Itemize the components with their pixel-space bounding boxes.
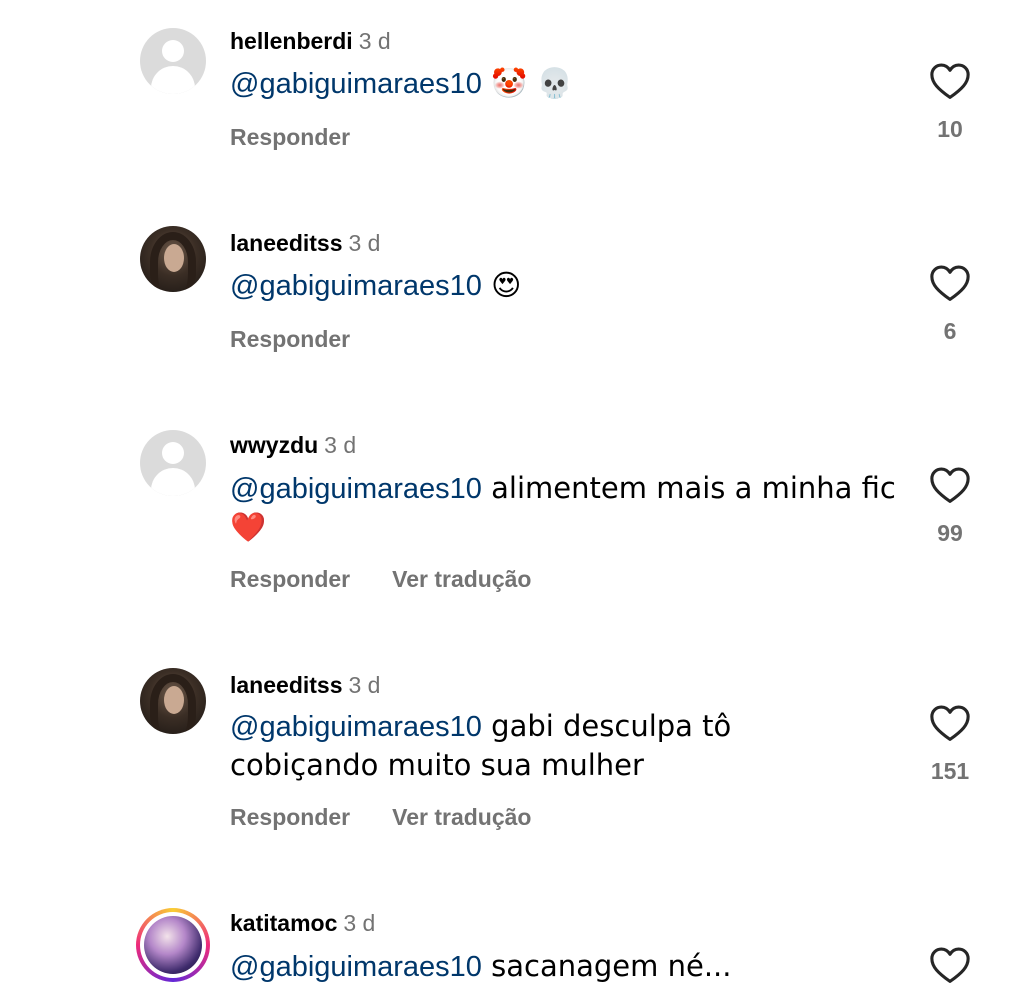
like-control: 151 <box>910 704 990 785</box>
mention-link[interactable]: @gabiguimaraes10 <box>230 473 482 505</box>
comment-text: @gabiguimaraes10 😍 <box>230 266 890 305</box>
mention-link[interactable]: @gabiguimaraes10 <box>230 951 482 983</box>
comment-actions: Responder <box>230 326 392 353</box>
comment-header: laneeditss 3 d <box>230 230 380 257</box>
comment-text: @gabiguimaraes10 🤡 💀 <box>230 64 890 103</box>
comment-actions: Responder Ver tradução <box>230 566 573 593</box>
username[interactable]: hellenberdi <box>230 28 353 54</box>
see-translation-button[interactable]: Ver tradução <box>392 566 531 593</box>
mention-link[interactable]: @gabiguimaraes10 <box>230 711 482 743</box>
reply-button[interactable]: Responder <box>230 804 350 831</box>
avatar-photo <box>144 916 202 974</box>
comment-actions: Responder <box>230 124 392 151</box>
comment-text: @gabiguimaraes10 gabi desculpa tô cobiça… <box>230 707 830 785</box>
heart-outline-icon[interactable] <box>929 704 971 742</box>
comment-header: katitamoc 3 d <box>230 910 375 937</box>
heart-outline-icon[interactable] <box>929 466 971 504</box>
heart-outline-icon[interactable] <box>929 264 971 302</box>
comment-body: 🤡 💀 <box>481 66 573 100</box>
reply-button[interactable]: Responder <box>230 566 350 593</box>
avatar[interactable] <box>140 226 206 292</box>
reply-button[interactable]: Responder <box>230 326 350 353</box>
comment-header: laneeditss 3 d <box>230 672 380 699</box>
default-avatar-body <box>151 468 195 496</box>
see-translation-button[interactable]: Ver tradução <box>392 804 531 831</box>
comment-text: @gabiguimaraes10 sacanagem né... <box>230 947 890 986</box>
mention-link[interactable]: @gabiguimaraes10 <box>230 68 482 100</box>
like-count: 10 <box>937 116 963 142</box>
like-control: 10 <box>910 62 990 143</box>
username[interactable]: laneeditss <box>230 230 343 256</box>
like-control: 6 <box>910 264 990 345</box>
avatar[interactable] <box>140 668 206 734</box>
username[interactable]: laneeditss <box>230 672 343 698</box>
like-control <box>910 946 990 984</box>
avatar[interactable] <box>140 430 206 496</box>
comment-actions: Responder Ver tradução <box>230 804 573 831</box>
default-avatar-body <box>151 66 195 94</box>
like-count: 6 <box>943 318 957 344</box>
comment-time: 3 d <box>358 28 391 54</box>
comment-text: @gabiguimaraes10 alimentem mais a minha … <box>230 469 900 547</box>
heart-outline-icon[interactable] <box>929 62 971 100</box>
comment-body: 😍 <box>481 268 522 302</box>
heart-outline-icon[interactable] <box>929 946 971 984</box>
default-avatar-head <box>162 40 184 62</box>
comment-header: wwyzdu 3 d <box>230 432 356 459</box>
username[interactable]: wwyzdu <box>230 432 318 458</box>
like-count: 99 <box>937 520 963 546</box>
default-avatar-head <box>162 442 184 464</box>
comment-time: 3 d <box>348 230 381 256</box>
like-count: 151 <box>930 758 970 784</box>
comment-header: hellenberdi 3 d <box>230 28 391 55</box>
avatar[interactable] <box>136 908 210 982</box>
username[interactable]: katitamoc <box>230 910 337 936</box>
avatar[interactable] <box>140 28 206 94</box>
avatar-photo-face <box>164 686 184 714</box>
comment-body: sacanagem né... <box>481 949 732 983</box>
comment-time: 3 d <box>348 672 381 698</box>
reply-button[interactable]: Responder <box>230 124 350 151</box>
like-control: 99 <box>910 466 990 547</box>
comment-time: 3 d <box>343 910 376 936</box>
comment-time: 3 d <box>324 432 357 458</box>
avatar-photo-face <box>164 244 184 272</box>
mention-link[interactable]: @gabiguimaraes10 <box>230 270 482 302</box>
